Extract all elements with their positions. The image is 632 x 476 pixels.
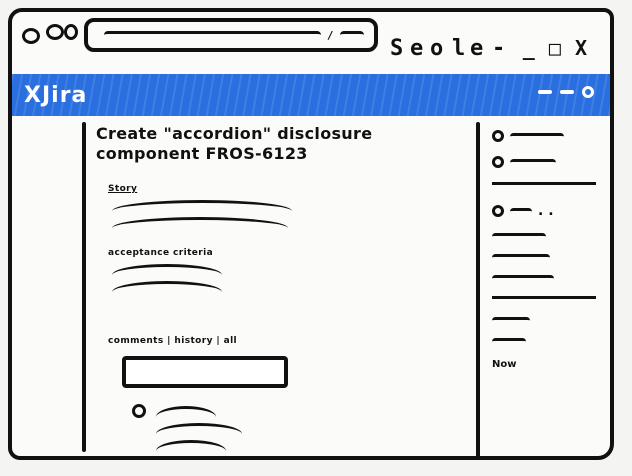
sidebar-field [492,338,604,345]
window-button-icon[interactable] [64,24,78,40]
sidebar-field [492,317,604,324]
url-scribble [340,31,364,39]
criteria-line [112,281,222,292]
extension-icon[interactable]: o [430,38,443,60]
extension-icon[interactable]: e [470,38,483,60]
header-actions [538,86,594,98]
extension-icon[interactable]: - [492,38,505,60]
sidebar-text-line [510,207,532,215]
sidebar-text-line [492,275,554,282]
sidebar-field: Now [492,359,604,370]
sidebar-text: Now [492,359,517,370]
jira-logo[interactable]: XJira [24,83,87,108]
sidebar-divider [492,296,596,299]
browser-window: / S e o l e - _ □ X XJira Create "accord… [8,8,614,460]
sidebar-text-line [510,132,564,140]
jira-header: XJira [12,74,610,116]
sidebar-field [492,254,604,261]
sidebar-person[interactable] [492,156,604,168]
minus-icon[interactable] [560,90,574,94]
sidebar-person[interactable] [492,130,604,142]
activity-tabs[interactable]: comments | history | all [108,336,466,346]
acceptance-criteria-label: acceptance criteria [108,248,214,258]
story-label: Story [108,184,138,194]
criteria-line [112,264,222,275]
sidebar-text-line [492,254,550,261]
window-button-icon[interactable] [22,28,40,44]
left-divider [82,122,86,452]
avatar-icon [132,404,146,418]
issue-title-line: Create "accordion" disclosure [96,124,373,143]
window-button-icon[interactable] [46,24,64,40]
issue-title-line: component FROS-6123 [96,144,308,163]
sidebar-divider [492,182,596,185]
comment-line [156,440,226,451]
story-text-line [112,217,288,228]
comment-body [156,402,242,451]
sidebar-field [492,275,604,282]
sidebar-field [492,233,604,240]
story-text-line [112,200,292,211]
avatar-icon [492,205,504,217]
sidebar-person[interactable]: . . [492,203,604,219]
extension-icon[interactable]: S [390,38,403,60]
comment-item [132,402,466,451]
issue-sidebar: . . Now [492,130,604,384]
comment-line [156,423,242,434]
address-bar[interactable]: / [84,18,378,52]
more-dots[interactable]: . . [538,203,554,219]
minus-icon[interactable] [538,90,552,94]
issue-main: Create "accordion" disclosure component … [96,124,466,451]
browser-chrome: / S e o l e - _ □ X [12,12,610,72]
sidebar-text-line [510,158,556,166]
url-text: / [326,28,334,42]
sidebar-text-line [492,338,526,345]
circle-icon[interactable] [582,86,594,98]
comment-line [156,406,216,417]
window-controls[interactable]: _ □ X [523,36,588,60]
extension-icon[interactable]: e [410,38,423,60]
sidebar-text-line [492,233,546,240]
issue-title: Create "accordion" disclosure component … [96,124,466,164]
sidebar-text-line [492,317,530,324]
extension-icon[interactable]: l [452,38,465,60]
avatar-icon [492,156,504,168]
url-scribble [104,31,321,39]
avatar-icon [492,130,504,142]
right-divider [476,122,480,456]
comment-input[interactable] [122,356,288,388]
